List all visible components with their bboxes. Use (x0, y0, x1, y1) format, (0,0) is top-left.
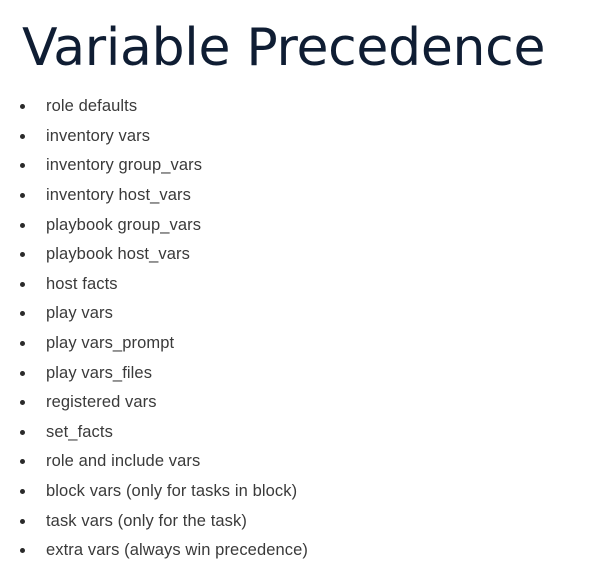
bullet-icon (20, 459, 25, 465)
bullet-icon (20, 400, 25, 406)
list-item-label: play vars (46, 304, 113, 323)
list-item-label: play vars_prompt (46, 334, 175, 353)
list-item-label: role and include vars (46, 452, 201, 471)
list-item-label: task vars (only for the task) (46, 511, 247, 530)
list-item-label: playbook group_vars (46, 215, 202, 234)
bullet-icon (20, 341, 25, 347)
list-item-label: host facts (46, 274, 118, 293)
bullet-icon (20, 370, 25, 376)
list-item-label: inventory vars (46, 126, 151, 145)
bullet-icon (20, 133, 25, 139)
bullet-icon (20, 429, 25, 435)
bullet-icon (20, 163, 25, 169)
list-item-label: registered vars (46, 393, 157, 412)
list-item-label: extra vars (always win precedence) (46, 541, 309, 560)
list-item-label: inventory host_vars (46, 186, 191, 205)
bullet-icon (20, 193, 25, 199)
list-item-label: play vars_files (46, 363, 153, 382)
bullet-icon (20, 518, 25, 524)
list-item-label: role defaults (46, 97, 138, 116)
bullet-icon (20, 548, 25, 554)
bullet-icon (20, 311, 25, 317)
list-item-label: playbook host_vars (46, 245, 190, 264)
bullet-icon (20, 222, 25, 228)
bullet-icon (20, 489, 25, 495)
page-title: Variable Precedence (22, 18, 546, 78)
list-item-label: set_facts (46, 422, 113, 441)
bullet-icon (20, 104, 25, 110)
bullet-icon (20, 252, 25, 258)
list-item-label: inventory group_vars (46, 156, 203, 175)
bullet-icon (20, 281, 25, 287)
slide: Variable Precedence role defaults invento… (0, 0, 590, 567)
list-item-label: block vars (only for tasks in block) (46, 482, 298, 501)
